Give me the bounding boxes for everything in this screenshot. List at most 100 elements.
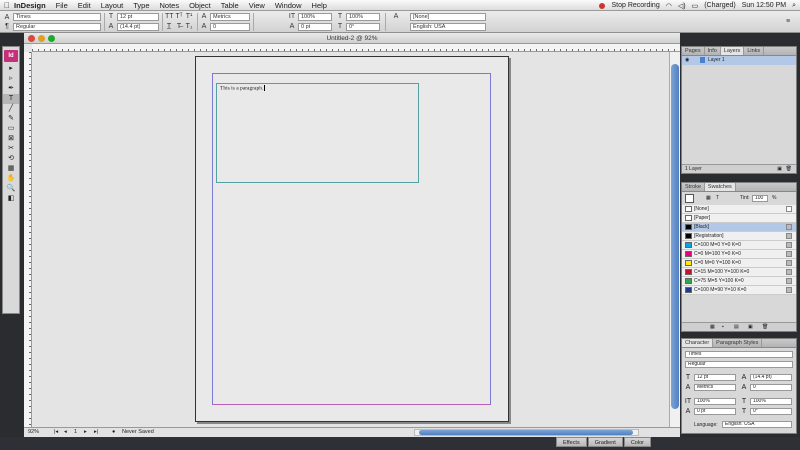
hand-tool-icon[interactable]: ✋ [3,174,19,184]
character-mode-icon[interactable]: A [3,14,11,22]
gradient-tool-icon[interactable]: ▦ [3,164,19,174]
swatch-row[interactable]: C=0 M=100 Y=0 K=0 [682,250,796,259]
tab-pages[interactable]: Pages [682,47,705,55]
page-number[interactable]: 1 [74,428,77,437]
vertical-scroll-thumb[interactable] [671,64,679,409]
char-size-field[interactable]: 12 pt [694,374,736,381]
font-size-field[interactable]: 12 pt [117,13,159,21]
direct-selection-tool-icon[interactable]: ▹ [3,74,19,84]
minimize-window-button[interactable] [38,35,45,42]
rotate-tool-icon[interactable]: ⟲ [3,154,19,164]
zoom-window-button[interactable] [48,35,55,42]
wifi-icon[interactable]: ◠ [666,2,672,10]
tab-layers[interactable]: Layers [720,47,745,55]
prev-page-icon[interactable]: ◂ [64,428,67,437]
text-frame[interactable]: This is a paragraph. [216,83,419,183]
tracking-field[interactable]: 0 [210,23,250,31]
vertical-ruler[interactable] [24,52,32,427]
char-baseline-field[interactable]: 0 pt [694,408,736,415]
spotlight-icon[interactable]: ⌕ [792,2,796,10]
delete-swatch-icon[interactable]: 🗑 [762,323,768,331]
layer-name[interactable]: Layer 1 [708,57,725,63]
close-window-button[interactable] [28,35,35,42]
all-caps-icon[interactable]: TT [165,13,174,21]
battery-icon[interactable]: ▭ [692,2,699,10]
menu-edit[interactable]: Edit [78,1,91,10]
menu-window[interactable]: Window [275,1,302,10]
underline-icon[interactable]: T̲ [165,23,173,31]
tab-info[interactable]: Info [705,47,721,55]
swatch-row[interactable]: C=100 M=90 Y=10 K=0 [682,286,796,295]
eye-icon[interactable]: ◉ [685,56,689,65]
strikethrough-icon[interactable]: T̶ [175,23,183,31]
volume-icon[interactable]: ◁) [678,2,686,10]
layer-row[interactable]: ◉ Layer 1 [682,56,796,65]
kerning-field[interactable]: Metrics [210,13,250,21]
app-menu[interactable]: InDesign [14,1,46,10]
skew-field[interactable]: 0° [346,23,380,31]
swatch-row[interactable]: [Black] [682,223,796,232]
panel-menu-icon[interactable]: ≡ [784,18,792,26]
show-all-swatches-icon[interactable]: ▦ [710,323,715,331]
panel-effects[interactable]: Effects [556,437,587,447]
fill-swatch-icon[interactable] [685,194,694,203]
baseline-shift-field[interactable]: 0 pt [298,23,332,31]
tint-field[interactable]: 100 [752,195,768,202]
fill-stroke-icon[interactable]: ◧ [3,194,19,204]
menu-help[interactable]: Help [312,1,327,10]
delete-layer-icon[interactable]: 🗑 [786,165,792,173]
menu-view[interactable]: View [249,1,265,10]
swatch-row[interactable]: [Registration] [682,232,796,241]
menu-layout[interactable]: Layout [101,1,124,10]
swatch-row[interactable]: [Paper] [682,214,796,223]
first-page-icon[interactable]: |◂ [54,428,58,437]
battery-status[interactable]: (Charged) [704,2,736,9]
pasteboard[interactable]: This is a paragraph. [33,52,669,427]
char-vertical-scale-field[interactable]: 100% [694,398,736,405]
rectangle-tool-icon[interactable]: ▭ [3,124,19,134]
frame-text-content[interactable]: This is a paragraph. [220,85,266,91]
panel-gradient[interactable]: Gradient [587,437,623,447]
horizontal-scale-field[interactable]: 100% [346,13,380,21]
char-leading-field[interactable]: (14.4 pt) [750,374,792,381]
line-tool-icon[interactable]: ╱ [3,104,19,114]
rectangle-frame-tool-icon[interactable]: ⊠ [3,134,19,144]
panel-color[interactable]: Color [623,437,651,447]
vertical-scrollbar[interactable] [669,52,680,427]
swatch-row[interactable]: [None] [682,205,796,214]
char-skew-field[interactable]: 0° [750,408,792,415]
menu-file[interactable]: File [56,1,68,10]
formatting-text-icon[interactable]: T [716,192,719,205]
apple-menu-icon[interactable]:  [0,1,14,10]
zoom-tool-icon[interactable]: 🔍 [3,184,19,194]
clock[interactable]: Sun 12:50 PM [742,2,786,9]
vertical-scale-field[interactable]: 100% [298,13,332,21]
tab-swatches[interactable]: Swatches [704,183,736,191]
preflight-status[interactable]: Never Saved [122,428,154,437]
menu-notes[interactable]: Notes [160,1,180,10]
tab-links[interactable]: Links [744,47,765,55]
tab-stroke[interactable]: Stroke [682,183,705,191]
pen-tool-icon[interactable]: ✒ [3,84,19,94]
menu-type[interactable]: Type [133,1,149,10]
new-layer-icon[interactable]: ▣ [777,165,782,173]
pencil-tool-icon[interactable]: ✎ [3,114,19,124]
leading-field[interactable]: (14.4 pt) [117,23,159,31]
char-language-select[interactable]: English: USA [722,421,792,428]
char-kerning-field[interactable]: Metrics [694,384,736,391]
superscript-icon[interactable]: T¹ [185,13,193,21]
swatch-row[interactable]: C=15 M=100 Y=100 K=0 [682,268,796,277]
formatting-container-icon[interactable]: ▦ [706,192,711,205]
type-tool-icon[interactable]: T [3,94,19,104]
zoom-level[interactable]: 92% [28,428,39,437]
subscript-icon[interactable]: T₁ [185,23,193,31]
horizontal-ruler[interactable] [32,44,680,52]
stop-recording-menu[interactable]: Stop Recording [611,2,659,9]
small-caps-icon[interactable]: Tᵀ [175,13,183,21]
language-select[interactable]: English: USA [410,23,486,31]
char-tracking-field[interactable]: 0 [750,384,792,391]
next-page-icon[interactable]: ▸ [84,428,87,437]
new-swatch-icon[interactable]: ▣ [748,323,753,331]
swatch-row[interactable]: C=75 M=5 Y=100 K=0 [682,277,796,286]
horizontal-scroll-thumb[interactable] [419,430,633,435]
